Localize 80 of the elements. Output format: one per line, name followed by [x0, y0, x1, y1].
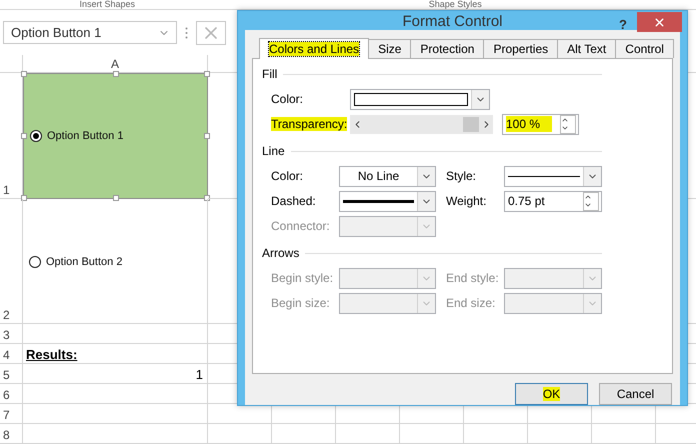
spin-arrows-icon[interactable]: [560, 114, 576, 134]
grid-cell[interactable]: Option Button 2: [23, 199, 208, 324]
row-header[interactable]: 5: [0, 364, 23, 384]
tab[interactable]: Colors and Lines: [259, 38, 370, 59]
grid-cell[interactable]: Option Button 1: [23, 73, 208, 199]
resize-handle[interactable]: [204, 71, 210, 77]
name-box[interactable]: Option Button 1: [3, 21, 177, 44]
field-label: Weight:: [446, 194, 486, 208]
resize-handle[interactable]: [21, 71, 27, 77]
grid-cell[interactable]: [23, 404, 208, 424]
row-header[interactable]: 8: [0, 424, 23, 444]
row-number: 5: [3, 368, 10, 382]
section-title: Line: [262, 144, 285, 158]
field-label: Connector:: [271, 219, 330, 233]
spin-field[interactable]: 100 %: [502, 114, 579, 134]
option-button[interactable]: Option Button 2: [29, 256, 122, 268]
ok-button[interactable]: OK: [515, 383, 588, 405]
slider-thumb[interactable]: [463, 116, 479, 132]
row-number: 3: [3, 328, 10, 342]
line-dropdown[interactable]: [339, 190, 436, 212]
spin-arrows-icon[interactable]: [583, 192, 599, 210]
cancel-icon[interactable]: [196, 20, 226, 44]
grid-cell[interactable]: [208, 424, 272, 444]
field-label: Dashed:: [271, 194, 316, 208]
field-label: End size:: [446, 296, 496, 310]
transparency-slider[interactable]: [364, 114, 479, 134]
resize-handle[interactable]: [21, 133, 27, 139]
row-header[interactable]: 4: [0, 344, 23, 364]
row-number: 6: [3, 388, 10, 402]
cell-text: 1: [196, 367, 203, 382]
option-button[interactable]: Option Button 1: [30, 130, 124, 142]
field-label: Transparency:: [271, 117, 348, 131]
section-title: Fill: [262, 67, 278, 81]
spin-field[interactable]: 0.75 pt: [504, 190, 602, 212]
line-dropdown[interactable]: [504, 166, 602, 186]
color-picker[interactable]: [350, 88, 490, 110]
resize-handle[interactable]: [204, 133, 210, 139]
row-header[interactable]: 3: [0, 324, 23, 344]
dialog-title: Format Control: [402, 12, 503, 30]
resize-handle[interactable]: [112, 195, 118, 201]
dropdown[interactable]: No Line: [339, 166, 436, 186]
tab[interactable]: Control: [615, 39, 674, 58]
grid-cell[interactable]: [23, 324, 208, 344]
row-header[interactable]: 2: [0, 199, 23, 324]
resize-handle[interactable]: [112, 71, 118, 77]
ribbon-group-label: Insert Shapes: [78, 0, 136, 9]
grid-cell[interactable]: [23, 424, 208, 444]
row-number: 2: [3, 308, 10, 322]
row-header[interactable]: 6: [0, 384, 23, 404]
grid-cell[interactable]: [592, 424, 656, 444]
ribbon-group-label: Shape Styles: [428, 0, 483, 9]
grid-cell[interactable]: [272, 424, 336, 444]
more-icon: [185, 26, 188, 38]
field-label: Style:: [446, 169, 476, 183]
row-number: 1: [3, 183, 10, 197]
row-number: 4: [3, 348, 10, 362]
row-number: 7: [3, 408, 10, 422]
select-all-corner[interactable]: [0, 55, 23, 73]
grid-cell[interactable]: [23, 384, 208, 404]
resize-handle[interactable]: [21, 195, 27, 201]
cell-text: Results:: [26, 347, 78, 362]
field-label: Begin size:: [271, 296, 330, 310]
section-title: Arrows: [262, 246, 300, 260]
field-label: Color:: [271, 169, 304, 183]
close-icon: [653, 16, 666, 28]
grid-cell[interactable]: 1: [23, 364, 208, 384]
grid-cell[interactable]: Results:: [23, 344, 208, 364]
field-label: Color:: [271, 92, 304, 106]
tab[interactable]: Properties: [483, 39, 558, 58]
help-button[interactable]: ?: [619, 17, 627, 32]
cancel-button[interactable]: Cancel: [599, 383, 672, 405]
grid-cell[interactable]: [528, 424, 592, 444]
grid-cell[interactable]: [464, 424, 528, 444]
row-number: 8: [3, 428, 10, 442]
grid-cell[interactable]: [336, 424, 400, 444]
field-label: Begin style:: [271, 271, 334, 285]
field-label: End style:: [446, 271, 499, 285]
close-button[interactable]: [637, 12, 682, 32]
row-header[interactable]: 7: [0, 404, 23, 424]
grid-cell[interactable]: [400, 424, 464, 444]
